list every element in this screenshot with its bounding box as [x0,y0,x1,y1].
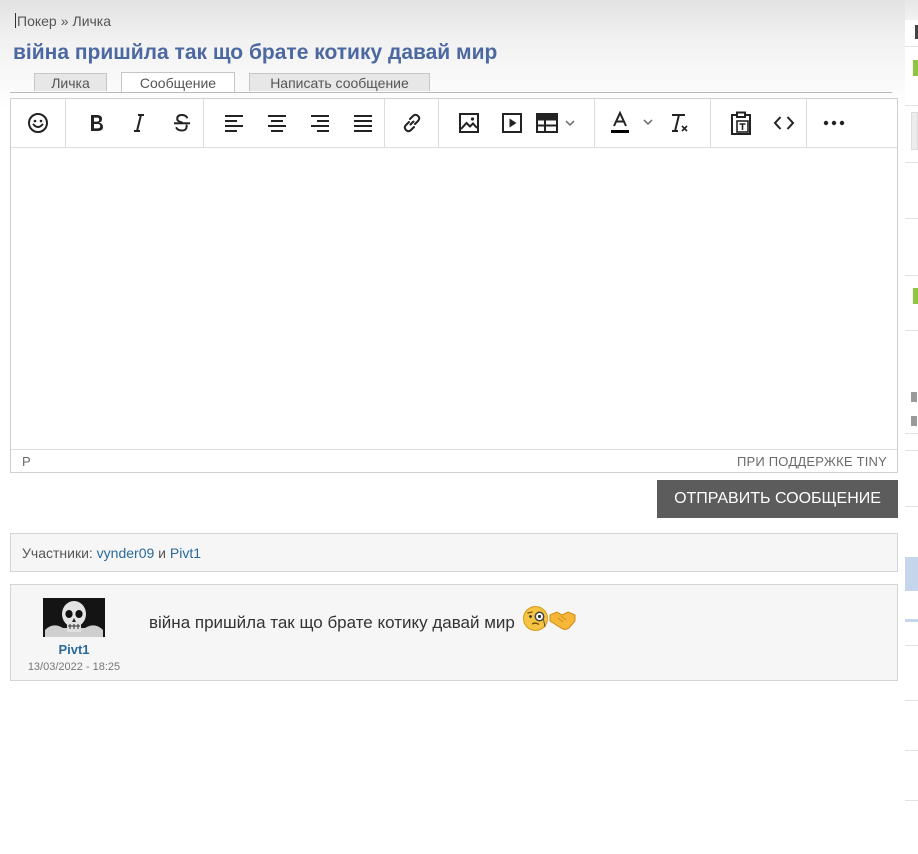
text-cursor [15,13,16,28]
source-code-icon[interactable] [762,106,805,140]
toolbar-group-code [711,99,807,147]
rich-text-editor: P ПРИ ПОДДЕРЖКЕ TINY [10,98,898,473]
strikethrough-icon[interactable] [160,106,203,140]
tab-message[interactable]: Сообщение [121,72,235,92]
italic-icon[interactable] [118,106,161,140]
toolbar-group-align [204,99,385,147]
breadcrumb-separator: » [60,13,69,29]
tiny-branding-link[interactable]: ПРИ ПОДДЕРЖКЕ TINY [737,454,887,469]
face-with-monocle-emoji-icon [522,605,549,637]
toolbar-group-color [595,99,711,147]
toolbar-group-link [385,99,439,147]
sidebar-divider [905,433,918,434]
sidebar-divider [905,162,918,163]
image-icon[interactable] [447,106,490,140]
message-text-row: війна пришйла так що брате котику давай … [149,605,576,637]
right-sidebar-edge [905,0,918,854]
table-icon[interactable] [533,106,583,140]
sidebar-green-icon [913,60,918,76]
bold-icon[interactable] [75,106,118,140]
sidebar-divider [905,330,918,331]
page-title: війна пришйла так що брате котику давай … [13,41,498,64]
tab-lichka[interactable]: Личка [34,73,107,91]
participants-conjunction: и [158,545,166,561]
breadcrumb-parent-link[interactable]: Покер [17,13,57,29]
sidebar-divider [905,506,918,507]
align-right-icon[interactable] [298,106,341,140]
participant-link-vynder09[interactable]: vynder09 [97,545,155,561]
sidebar-green-icon [913,288,918,304]
editor-content-area[interactable] [11,148,897,450]
element-path[interactable]: P [22,454,31,469]
sidebar-divider [905,46,918,47]
sidebar-text-fragment [911,392,917,402]
message-date: 13/03/2022 - 18:25 [27,661,121,673]
paste-as-text-icon[interactable] [719,106,762,140]
handshake-emoji-icon [549,609,576,637]
participants-label: Участники: [22,545,93,561]
align-justify-icon[interactable] [341,106,384,140]
toolbar-group-format [66,99,204,147]
sidebar-header-strip [905,0,918,20]
toolbar-group-more [807,99,861,147]
editor-toolbar [11,99,897,148]
toolbar-group-emoticons [11,99,66,147]
sidebar-text-fragment [911,416,917,426]
sidebar-divider [905,105,918,106]
tab-bar: Личка Сообщение Написать сообщение [10,72,892,93]
sidebar-divider [905,275,918,276]
text-color-icon[interactable] [603,106,661,140]
clear-formatting-icon[interactable] [661,106,697,140]
participants-box: Участники: vynder09 и Pivt1 [10,533,898,572]
breadcrumb-current[interactable]: Личка [73,13,112,29]
breadcrumb: Покер» Личка [15,13,111,29]
align-center-icon[interactable] [255,106,298,140]
sidebar-divider [905,750,918,751]
emoticons-icon[interactable] [20,106,56,140]
editor-statusbar: P ПРИ ПОДДЕРЖКЕ TINY [11,449,897,472]
sidebar-highlight [905,557,918,591]
message-text: війна пришйла так що брате котику давай … [149,613,515,632]
participant-link-pivt1[interactable]: Pivt1 [170,545,201,561]
message-author[interactable]: Pivt1 [11,642,137,657]
sidebar-divider [905,450,918,451]
more-icon[interactable] [816,106,852,140]
link-icon[interactable] [394,106,430,140]
send-message-button[interactable]: ОТПРАВИТЬ СООБЩЕНИЕ [657,480,898,518]
sidebar-divider [905,645,918,646]
align-left-icon[interactable] [212,106,255,140]
toolbar-group-insert [439,99,595,147]
sidebar-divider [905,800,918,801]
sidebar-divider [905,700,918,701]
sidebar-box [911,112,918,150]
media-icon[interactable] [490,106,533,140]
message-item: Pivt1 13/03/2022 - 18:25 війна пришйла т… [10,584,898,681]
sidebar-highlight-line [905,619,918,622]
tab-write-message[interactable]: Написать сообщение [249,73,430,91]
sidebar-divider [905,218,918,219]
avatar[interactable] [43,598,105,637]
